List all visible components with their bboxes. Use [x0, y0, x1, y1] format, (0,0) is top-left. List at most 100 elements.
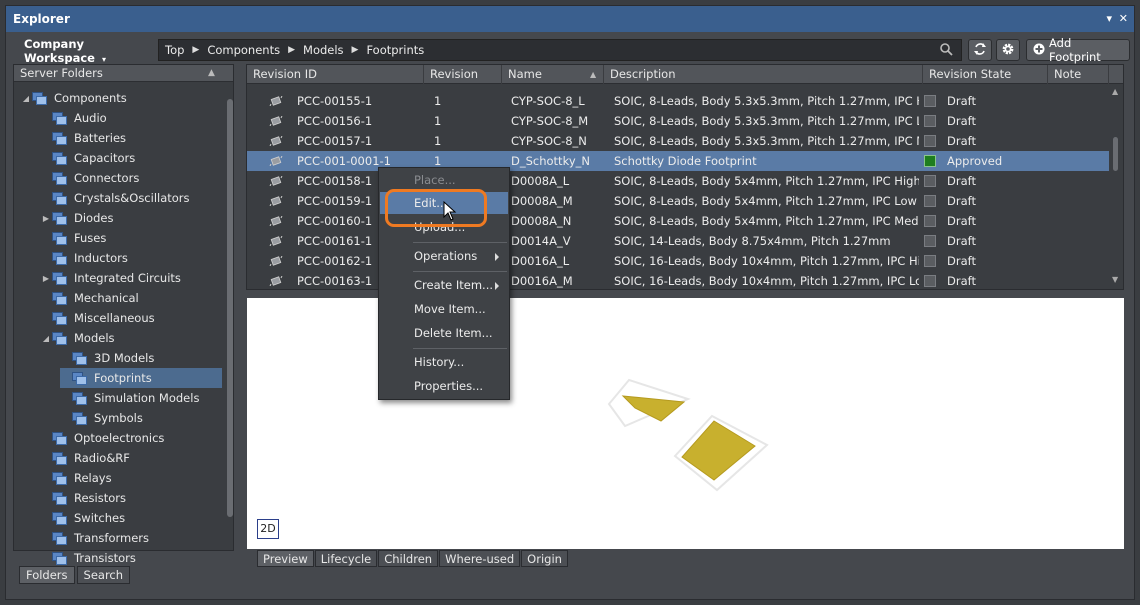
tree-item-label: Connectors [74, 171, 140, 185]
tree-item-label: Integrated Circuits [74, 271, 181, 285]
workspace-selector[interactable]: Company Workspace ▾ [12, 37, 152, 65]
column-revision-id[interactable]: Revision ID [247, 65, 424, 84]
tree-item[interactable]: Optoelectronics [40, 428, 222, 448]
cell-revision-state: Draft [947, 254, 976, 268]
collapse-arrow-icon[interactable]: ▲ [208, 65, 215, 81]
table-row[interactable]: PCC-00160-11D0008A_NSOIC, 8-Leads, Body … [247, 211, 1109, 231]
scrollbar-thumb[interactable] [1113, 137, 1118, 171]
component-folder-icon [52, 291, 67, 305]
mouse-cursor-icon [443, 200, 457, 224]
tree-item-label: Transistors [74, 551, 136, 565]
scroll-up-icon[interactable]: ▲ [1112, 87, 1118, 96]
tree-item-label: Transformers [74, 531, 149, 545]
tree-item[interactable]: Resistors [40, 488, 222, 508]
breadcrumb[interactable]: Top ▶ Components ▶ Models ▶ Footprints [158, 39, 962, 61]
collapsed-arrow-icon[interactable]: ▶ [40, 214, 52, 223]
close-icon[interactable]: ✕ [1119, 12, 1128, 25]
component-folder-icon [52, 331, 67, 345]
footprint-icon [269, 116, 283, 126]
tree-item[interactable]: 3D Models [60, 348, 222, 368]
tree-item[interactable]: Footprints [60, 368, 222, 388]
tab-lifecycle[interactable]: Lifecycle [314, 550, 378, 567]
state-indicator-icon [924, 175, 936, 187]
tree-item-label: Switches [74, 511, 126, 525]
tree-item[interactable]: Mechanical [40, 288, 222, 308]
tree-item[interactable]: Audio [40, 108, 222, 128]
menu-item-history[interactable]: History... [380, 351, 508, 373]
scrollbar-thumb[interactable] [227, 99, 233, 517]
submenu-arrow-icon [495, 253, 499, 261]
table-row[interactable]: PCC-00161-11D0014A_VSOIC, 14-Leads, Body… [247, 231, 1109, 251]
menu-item-properties[interactable]: Properties... [380, 375, 508, 397]
plus-circle-icon [1033, 43, 1045, 58]
scroll-down-icon[interactable]: ▼ [1112, 275, 1118, 284]
tree-item[interactable]: Crystals&Oscillators [40, 188, 222, 208]
tab-folders[interactable]: Folders [19, 566, 75, 584]
tree-item[interactable]: ◢ Components [20, 88, 222, 108]
chevron-down-icon: ▾ [101, 55, 106, 64]
tree-item[interactable]: ▶ Integrated Circuits [40, 268, 222, 288]
tree-item[interactable]: Transistors [40, 548, 222, 568]
menu-item-place[interactable]: Place... [380, 169, 508, 191]
tab-where-used[interactable]: Where-used [439, 550, 521, 567]
breadcrumb-item[interactable]: Models [303, 43, 344, 57]
menu-item-move-item[interactable]: Move Item... [380, 298, 508, 320]
column-revision-state[interactable]: Revision State [923, 65, 1048, 84]
tree-item[interactable]: Transformers [40, 528, 222, 548]
tree-item[interactable]: Connectors [40, 168, 222, 188]
tree-item[interactable]: Relays [40, 468, 222, 488]
table-row[interactable]: PCC-00157-1 1 CYP-SOC-8_N SOIC, 8-Leads, Bo… [247, 131, 1109, 151]
breadcrumb-item[interactable]: Footprints [366, 43, 424, 57]
table-row[interactable]: PCC-00163-11D0016A_MSOIC, 16-Leads, Body… [247, 271, 1109, 289]
component-folder-icon [52, 251, 67, 265]
tree-item-label: Radio&RF [74, 451, 130, 465]
tree-item[interactable]: Radio&RF [40, 448, 222, 468]
column-description[interactable]: Description [604, 65, 923, 84]
column-revision[interactable]: Revision [424, 65, 502, 84]
search-icon[interactable] [940, 43, 953, 59]
menu-item-create-item[interactable]: Create Item... [380, 274, 508, 296]
tree-item[interactable]: Inductors [40, 248, 222, 268]
table-row[interactable]: PCC-00162-11D0016A_LSOIC, 16-Leads, Body… [247, 251, 1109, 271]
table-row[interactable]: PCC-00158-11D0008A_LSOIC, 8-Leads, Body … [247, 171, 1109, 191]
tree-item[interactable]: Capacitors [40, 148, 222, 168]
panel-menu-icon[interactable]: ▾ [1106, 12, 1112, 25]
tab-origin[interactable]: Origin [521, 550, 568, 567]
panel-titlebar[interactable]: Explorer ▾ ✕ [6, 6, 1134, 32]
tree-scrollbar[interactable] [226, 87, 233, 545]
table-row[interactable]: PCC-00159-11D0008A_MSOIC, 8-Leads, Body … [247, 191, 1109, 211]
collapsed-arrow-icon[interactable]: ▶ [40, 274, 52, 283]
tree-item-label: Miscellaneous [74, 311, 155, 325]
model-folder-icon [72, 391, 87, 405]
tree-item[interactable]: Batteries [40, 128, 222, 148]
add-footprint-button[interactable]: Add Footprint [1026, 36, 1130, 64]
grid-scrollbar[interactable]: ▲ ▼ [1109, 85, 1123, 289]
tab-search[interactable]: Search [76, 566, 131, 584]
refresh-button[interactable] [968, 39, 992, 61]
tree-item[interactable]: Switches [40, 508, 222, 528]
table-row[interactable]: PCC-00155-1 1 CYP-SOC-8_L SOIC, 8-Leads, Bo… [247, 91, 1109, 111]
tree-item[interactable]: Symbols [60, 408, 222, 428]
tree-item[interactable]: ◢ Models [40, 328, 222, 348]
expanded-arrow-icon[interactable]: ◢ [40, 334, 52, 343]
tab-children[interactable]: Children [378, 550, 439, 567]
menu-item-delete-item[interactable]: Delete Item... [380, 322, 508, 344]
column-name[interactable]: Name ▲ [502, 65, 604, 84]
toolbar: Company Workspace ▾ Top ▶ Components ▶ M… [12, 36, 1130, 65]
tab-preview[interactable]: Preview [257, 550, 314, 567]
breadcrumb-item[interactable]: Top [165, 43, 184, 57]
table-row[interactable]: PCC-00156-1 1 CYP-SOC-8_M SOIC, 8-Leads, Bo… [247, 111, 1109, 131]
expanded-arrow-icon[interactable]: ◢ [20, 94, 32, 103]
breadcrumb-item[interactable]: Components [207, 43, 280, 57]
tree-item[interactable]: ▶ Diodes [40, 208, 222, 228]
column-note[interactable]: Note [1048, 65, 1109, 84]
settings-button[interactable] [996, 39, 1020, 61]
table-row[interactable]: PCC-001-0001-1 1 D_Schottky_N Schottky Diod… [247, 151, 1109, 171]
menu-item-operations[interactable]: Operations [380, 245, 508, 267]
tree-item[interactable]: Simulation Models [60, 388, 222, 408]
tree-item[interactable]: Miscellaneous [40, 308, 222, 328]
cell-revision-state: Approved [947, 154, 1003, 168]
cell-name: D0008A_M [511, 194, 573, 208]
view-mode-2d-button[interactable]: 2D [257, 519, 279, 539]
tree-item[interactable]: Fuses [40, 228, 222, 248]
